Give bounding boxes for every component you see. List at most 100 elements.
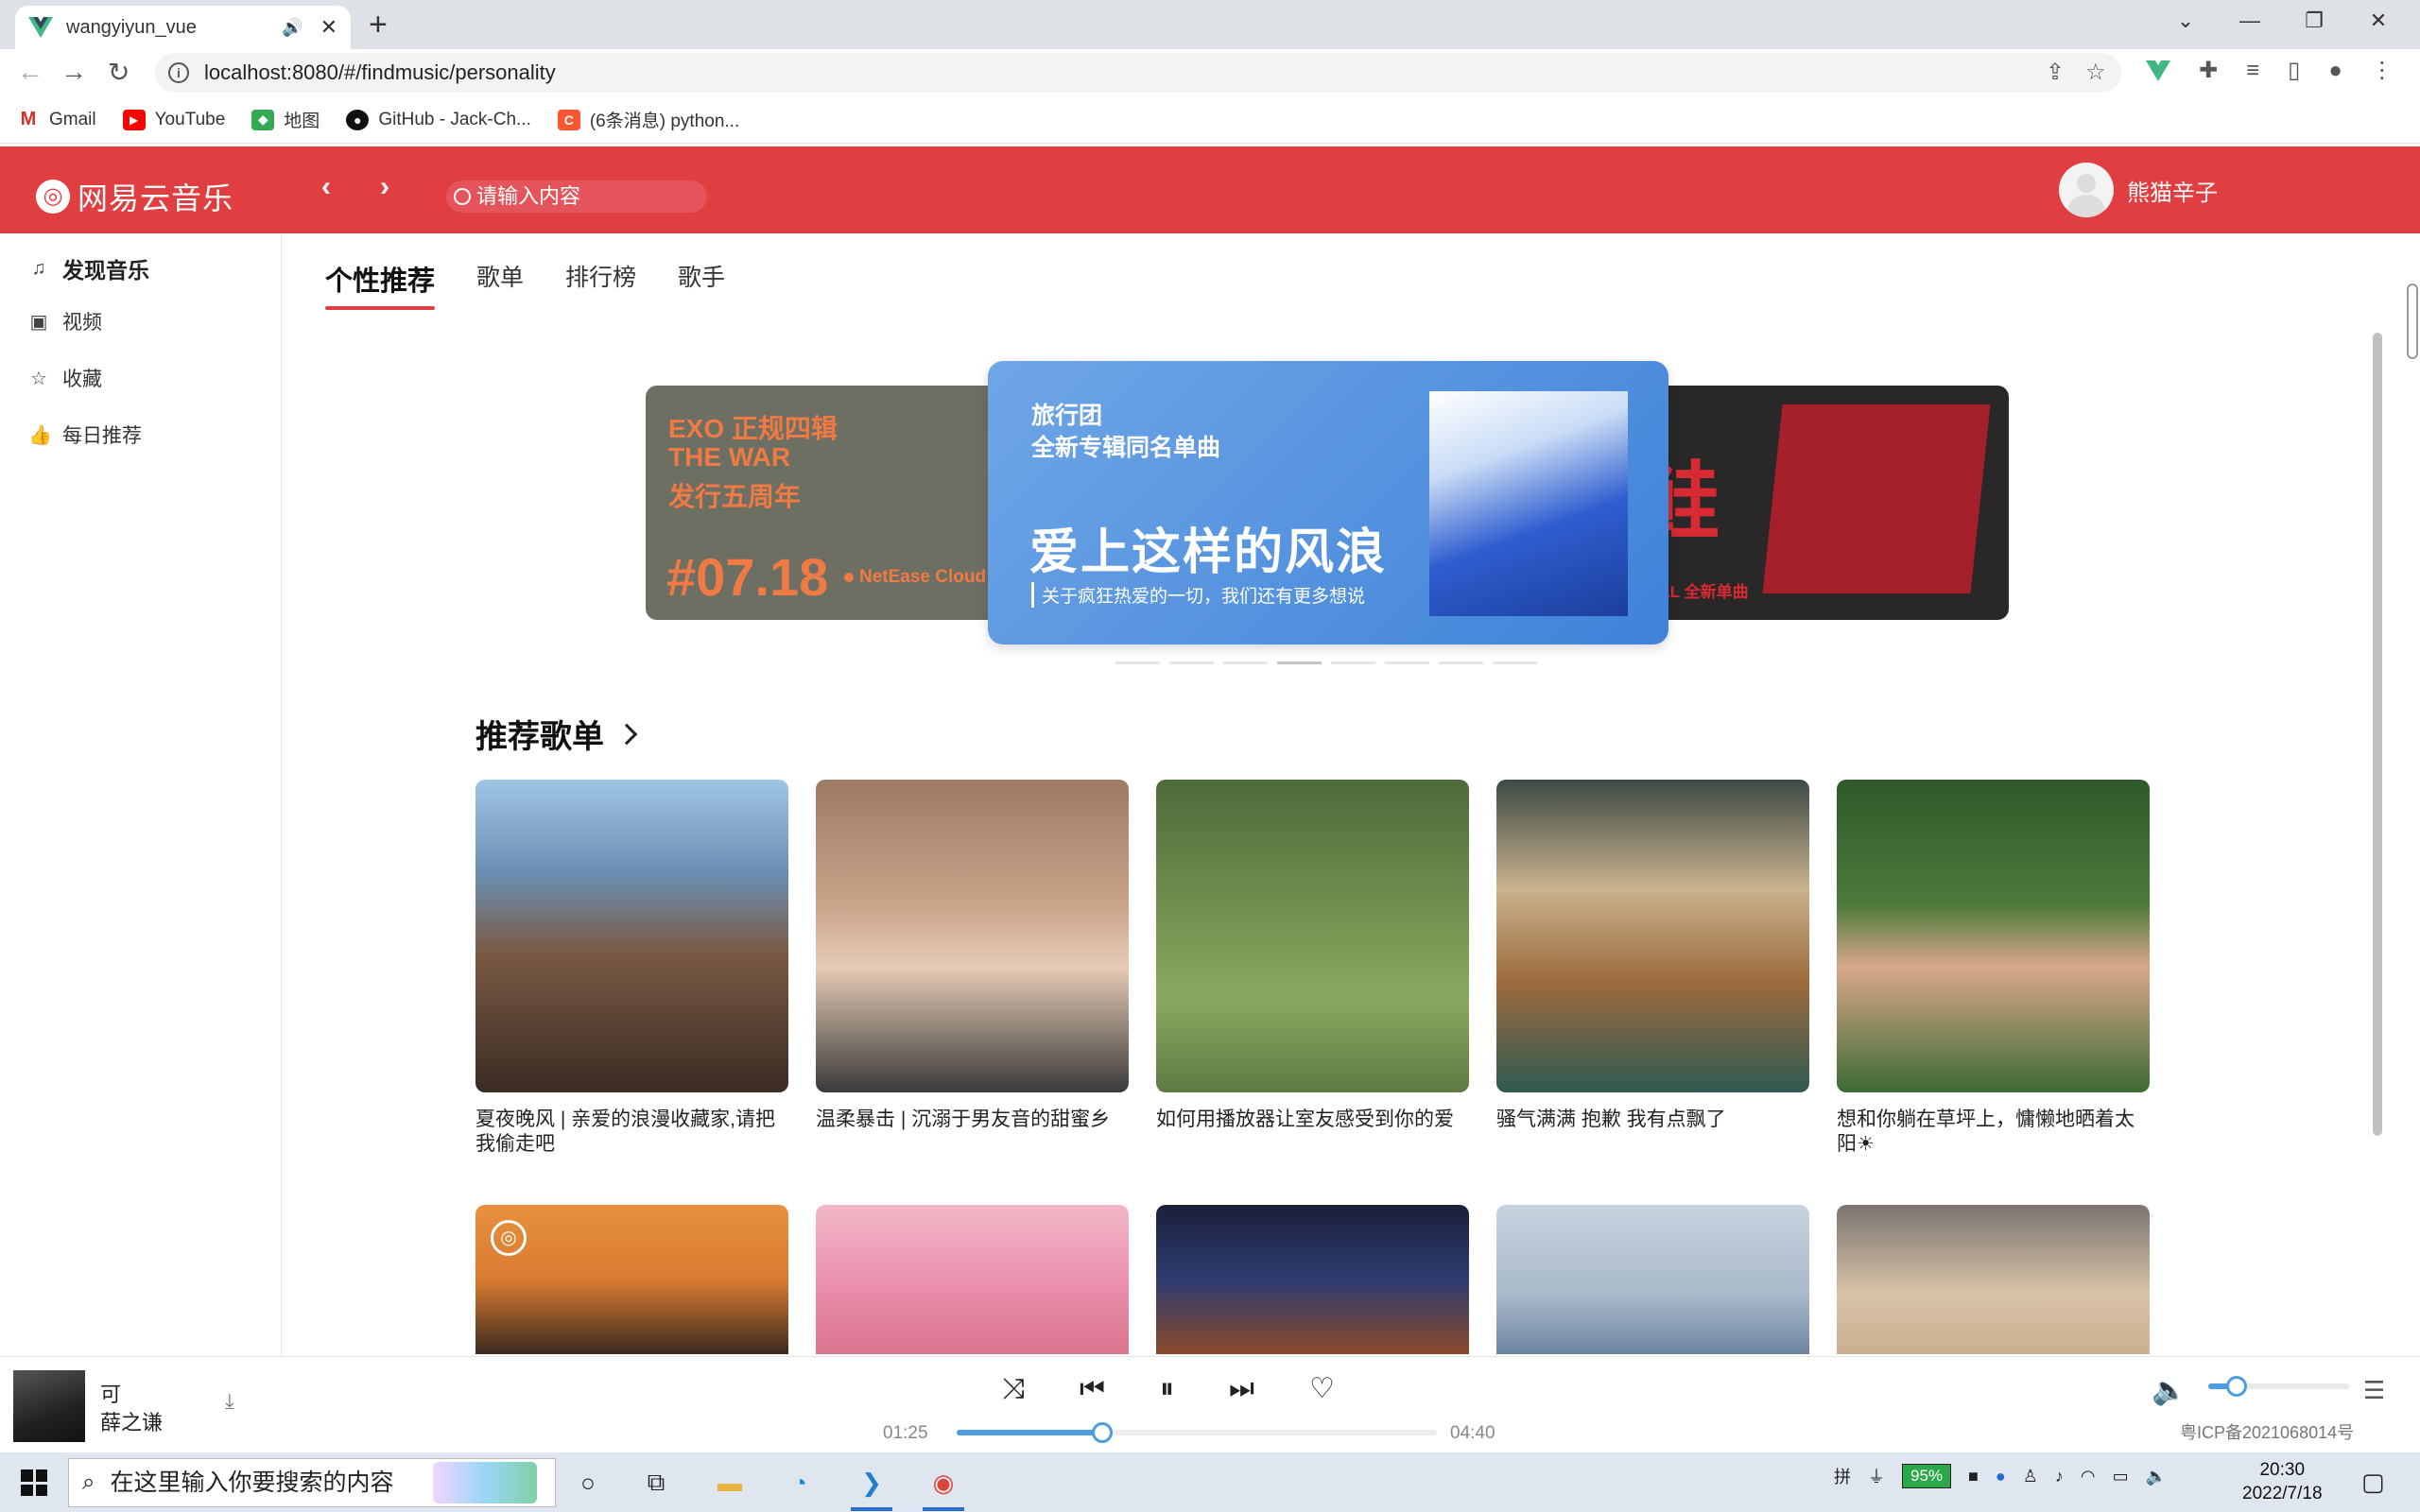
pause-icon[interactable]: ⏸: [1160, 1373, 1174, 1405]
banner-center[interactable]: 旅行团 全新专辑同名单曲 爱上这样的风浪 关于疯狂热爱的一切，我们还有更多想说: [988, 361, 1668, 644]
extensions-icon[interactable]: ✚: [2199, 57, 2218, 84]
file-explorer-icon[interactable]: ▬: [709, 1462, 751, 1503]
playlist-cover[interactable]: [1837, 1205, 2150, 1354]
tab-artists[interactable]: 歌手: [678, 259, 725, 312]
sidebar-item-discover[interactable]: ♫ 发现音乐: [28, 252, 150, 284]
download-icon[interactable]: ⤓: [225, 1389, 234, 1414]
heart-icon[interactable]: ♡: [1309, 1372, 1335, 1405]
playlist-card[interactable]: [1837, 1205, 2150, 1354]
carousel-dot[interactable]: [1493, 662, 1537, 664]
ime-indicator[interactable]: 拼: [1834, 1464, 1851, 1488]
carousel-dot[interactable]: [1223, 662, 1268, 664]
carousel-dot[interactable]: [1439, 662, 1483, 664]
playlist-card[interactable]: 如何用播放器让室友感受到你的爱: [1156, 780, 1469, 1132]
tab-search-icon[interactable]: ⌄: [2153, 0, 2218, 43]
chrome-icon[interactable]: ◉: [923, 1462, 964, 1503]
bookmark-gmail[interactable]: M Gmail: [17, 109, 96, 130]
share-icon[interactable]: ⇪: [2046, 59, 2065, 86]
playlist-cover[interactable]: [816, 1205, 1129, 1354]
side-panel-icon[interactable]: ▯: [2288, 57, 2300, 84]
minimize-icon[interactable]: —: [2218, 0, 2282, 43]
content-scrollbar[interactable]: [2373, 333, 2382, 1136]
tab-audio-icon[interactable]: 🔊: [282, 18, 302, 38]
playlist-card[interactable]: [1156, 1205, 1469, 1354]
playlist-cover[interactable]: [816, 780, 1129, 1092]
page-scrollbar[interactable]: [2407, 284, 2418, 359]
carousel-dot[interactable]: [1385, 662, 1429, 664]
bookmark-csdn[interactable]: C (6条消息) python...: [557, 107, 739, 132]
menu-icon[interactable]: ⋮: [2371, 57, 2394, 84]
bookmark-github[interactable]: ● GitHub - Jack-Ch...: [346, 109, 531, 130]
banner-left[interactable]: EXO 正规四辑 THE WAR 发行五周年 #07.18 NetEase Cl…: [646, 386, 1024, 620]
taskbar-search-input[interactable]: [108, 1468, 421, 1498]
icp-record[interactable]: 粤ICP备2021068014号: [2180, 1419, 2354, 1444]
tab-personality[interactable]: 个性推荐: [325, 259, 436, 312]
previous-icon[interactable]: ⏮: [1080, 1373, 1105, 1405]
volume-icon[interactable]: 🔈: [2152, 1374, 2187, 1407]
sidebar-item-favorites[interactable]: ☆ 收藏: [28, 364, 102, 392]
url-field[interactable]: i localhost:8080/#/findmusic/personality: [155, 53, 2121, 93]
task-view-icon[interactable]: ⧉: [635, 1462, 677, 1503]
playlist-cover[interactable]: [1156, 1205, 1469, 1354]
app-tray-icon[interactable]: ●: [1996, 1467, 2006, 1486]
nvidia-icon[interactable]: ■: [1968, 1467, 1979, 1486]
taskbar-search[interactable]: ⌕: [68, 1458, 556, 1507]
forward-icon[interactable]: →: [60, 57, 87, 87]
progress-bar[interactable]: [957, 1422, 1437, 1443]
nav-forward-icon[interactable]: ›: [380, 171, 389, 203]
playlist-cover[interactable]: [1496, 1205, 1809, 1354]
notification-icon[interactable]: ▢: [2361, 1468, 2385, 1497]
vue-devtools-icon[interactable]: [2146, 60, 2170, 81]
speaker-icon[interactable]: 🔈: [2146, 1467, 2167, 1486]
new-tab-button[interactable]: +: [369, 6, 388, 43]
wifi-icon[interactable]: ◠: [2081, 1467, 2096, 1486]
volume-slider[interactable]: [2208, 1376, 2350, 1397]
carousel-dot[interactable]: [1169, 662, 1214, 664]
search-input[interactable]: [475, 183, 683, 210]
browser-tab[interactable]: wangyiyun_vue 🔊 ✕: [15, 6, 351, 49]
tray-icon[interactable]: ♪: [2055, 1467, 2064, 1486]
playlist-cover[interactable]: [475, 780, 788, 1092]
app-logo[interactable]: ◎ 网易云音乐: [36, 175, 233, 218]
qq-icon[interactable]: ♙: [2023, 1467, 2038, 1486]
profile-icon[interactable]: ●: [2328, 58, 2342, 84]
avatar[interactable]: [2059, 163, 2114, 217]
sidebar-item-daily[interactable]: 👍 每日推荐: [28, 421, 142, 449]
next-icon[interactable]: ⏭: [1229, 1373, 1254, 1405]
restore-icon[interactable]: ❐: [2282, 0, 2346, 43]
shuffle-icon[interactable]: ⤨: [1002, 1373, 1025, 1405]
taskbar-clock[interactable]: 20:30 2022/7/18: [2242, 1458, 2323, 1505]
bookmark-youtube[interactable]: ▶ YouTube: [122, 109, 225, 130]
tab-close-icon[interactable]: ✕: [320, 15, 337, 40]
playlist-icon[interactable]: ☰: [2363, 1376, 2385, 1405]
playlist-cover[interactable]: ◎: [475, 1205, 788, 1354]
playlist-card[interactable]: 温柔暴击 | 沉溺于男友音的甜蜜乡: [816, 780, 1129, 1132]
playlist-card[interactable]: 想和你躺在草坪上，慵懒地晒着太阳☀: [1837, 780, 2150, 1157]
battery-indicator[interactable]: 95%: [1902, 1464, 1952, 1488]
song-artist[interactable]: 薛之谦: [100, 1406, 163, 1436]
playlist-card[interactable]: [1496, 1205, 1809, 1354]
power-icon[interactable]: ⏚: [1868, 1464, 1885, 1488]
carousel-dot[interactable]: [1277, 662, 1322, 664]
playlist-card[interactable]: ◎: [475, 1205, 788, 1354]
media-control-icon[interactable]: ≡: [2246, 58, 2259, 84]
now-playing-cover[interactable]: [13, 1370, 85, 1442]
sidebar-item-video[interactable]: ▣ 视频: [28, 307, 102, 335]
search-box[interactable]: [446, 180, 707, 213]
vscode-icon[interactable]: ❯: [851, 1462, 892, 1503]
reload-icon[interactable]: ↻: [108, 57, 130, 88]
cortana-icon[interactable]: ○: [567, 1462, 609, 1503]
battery-icon[interactable]: ▭: [2113, 1467, 2129, 1486]
nav-back-icon[interactable]: ‹: [321, 171, 331, 203]
windows-start-icon[interactable]: [21, 1469, 47, 1496]
progress-knob[interactable]: [1091, 1422, 1113, 1443]
window-close-icon[interactable]: ✕: [2346, 0, 2411, 43]
edge-icon[interactable]: ◔: [779, 1462, 821, 1503]
banner-right[interactable]: TO 鲑 TKILL 全新单曲: [1631, 386, 2009, 620]
back-icon[interactable]: ←: [17, 57, 43, 87]
bookmark-star-icon[interactable]: ☆: [2085, 59, 2106, 86]
playlist-card[interactable]: [816, 1205, 1129, 1354]
playlist-cover[interactable]: [1496, 780, 1809, 1092]
tab-playlists[interactable]: 歌单: [476, 259, 524, 312]
tab-charts[interactable]: 排行榜: [565, 259, 636, 312]
